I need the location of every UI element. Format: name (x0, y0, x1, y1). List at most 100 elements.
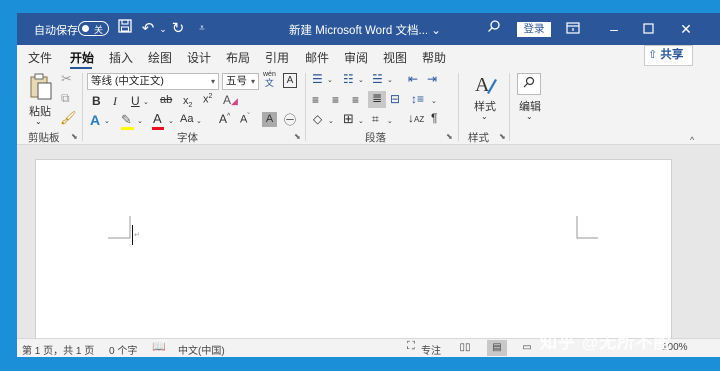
tab-view[interactable]: 视图 (383, 49, 407, 66)
sort-icon[interactable]: ↓AZ (408, 111, 424, 125)
increase-indent-icon[interactable]: ⇥ (427, 72, 437, 86)
word-count[interactable]: 0 个字 (109, 342, 137, 357)
superscript-icon[interactable]: x2 (203, 93, 212, 106)
paste-icon[interactable] (28, 73, 54, 104)
phonetic-guide-icon[interactable]: wén 文 (263, 71, 276, 89)
align-right-icon[interactable]: ≡ (352, 93, 359, 107)
find-icon[interactable] (517, 73, 541, 95)
tab-file[interactable]: 文件 (28, 49, 52, 66)
strikethrough-icon[interactable]: ab (160, 94, 172, 106)
search-icon[interactable] (485, 19, 503, 39)
redo-icon[interactable]: ↻ (169, 19, 187, 39)
subscript-icon[interactable]: x2 (183, 95, 192, 109)
page-count[interactable]: 第 1 页，共 1 页 (22, 342, 94, 357)
chinese-layout-dropdown-icon[interactable]: ⌄ (387, 117, 393, 125)
paragraph-launcher-icon[interactable]: ⬊ (446, 132, 453, 141)
multilevel-list-icon[interactable]: ☱ (372, 72, 383, 86)
ribbon-display-icon[interactable] (563, 19, 583, 39)
ribbon-tabs: 文件 开始 插入 绘图 设计 布局 引用 邮件 审阅 视图 帮助 ⇧ 共享 (17, 45, 720, 71)
bold-icon[interactable]: B (92, 94, 101, 108)
styles-launcher-icon[interactable]: ⬊ (499, 132, 506, 141)
bullets-dropdown-icon[interactable]: ⌄ (327, 76, 333, 84)
borders-icon[interactable]: ⊞ (343, 111, 354, 127)
font-name-select[interactable]: 等线 (中文正文) ▾ (87, 73, 219, 90)
align-center-icon[interactable]: ≡ (332, 93, 339, 107)
grow-font-icon[interactable]: A^ (219, 112, 230, 126)
font-launcher-icon[interactable]: ⬊ (294, 132, 301, 141)
clipboard-group-label: 剪贴板 (28, 132, 60, 144)
document-page[interactable]: ↵ (35, 159, 672, 349)
language-indicator[interactable]: 中文(中国) (178, 342, 225, 357)
enclose-characters-icon[interactable]: ㊀ (284, 111, 296, 128)
tab-help[interactable]: 帮助 (422, 49, 446, 66)
shading-dropdown-icon[interactable]: ⌄ (328, 117, 334, 125)
line-spacing-dropdown-icon[interactable]: ⌄ (431, 97, 437, 105)
save-icon[interactable] (116, 19, 134, 39)
minimize-icon[interactable]: – (604, 19, 624, 39)
shading-icon[interactable]: ◇ (313, 112, 322, 126)
text-effects-dropdown-icon[interactable]: ⌄ (104, 117, 110, 125)
show-marks-icon[interactable]: ¶ (431, 111, 437, 125)
paste-dropdown-icon[interactable]: ⌄ (35, 117, 42, 126)
editing-dropdown-icon[interactable]: ⌄ (526, 112, 533, 121)
word-window: 自动保存 关 ↶ ⌄ ↻ ⩡ 新建 Microsoft Word 文档... ⌄… (17, 13, 720, 357)
tab-layout[interactable]: 布局 (226, 49, 250, 66)
tab-design[interactable]: 设计 (187, 49, 211, 66)
tab-references[interactable]: 引用 (265, 49, 289, 66)
italic-icon[interactable]: I (113, 94, 117, 109)
copy-icon[interactable]: ⧉ (61, 91, 70, 106)
title-bar: 自动保存 关 ↶ ⌄ ↻ ⩡ 新建 Microsoft Word 文档... ⌄… (17, 13, 720, 45)
styles-icon[interactable]: A (473, 73, 499, 100)
phonetic-guide-pinyin: wén (263, 71, 276, 78)
proofing-icon[interactable]: 📖 (152, 340, 166, 353)
font-color-dropdown-icon[interactable]: ⌄ (168, 117, 174, 125)
align-left-icon[interactable]: ≡ (312, 93, 319, 107)
shrink-font-icon[interactable]: Aˇ (240, 113, 250, 126)
change-case-icon[interactable]: Aa (180, 113, 193, 125)
tab-review[interactable]: 审阅 (344, 49, 368, 66)
tab-mailings[interactable]: 邮件 (305, 49, 329, 66)
read-mode-icon[interactable]: ▯▯ (455, 340, 475, 356)
document-title[interactable]: 新建 Microsoft Word 文档... ⌄ (289, 22, 441, 38)
font-color-icon[interactable]: A (153, 111, 162, 126)
underline-icon[interactable]: U (131, 94, 140, 108)
tab-home[interactable]: 开始 (70, 49, 94, 66)
tab-insert[interactable]: 插入 (109, 49, 133, 66)
customize-icon[interactable]: ⩡ (193, 19, 211, 39)
bullets-icon[interactable]: ☰ (312, 72, 323, 86)
text-effects-icon[interactable]: A (90, 112, 100, 128)
justify-icon[interactable]: ≣ (368, 91, 386, 108)
margin-corner-top-right (576, 216, 598, 239)
share-button[interactable]: ⇧ 共享 (644, 45, 693, 66)
numbering-icon[interactable]: ☷ (343, 72, 354, 86)
format-painter-icon[interactable]: 🖌 (60, 110, 77, 126)
clipboard-launcher-icon[interactable]: ⬊ (71, 132, 78, 141)
multilevel-dropdown-icon[interactable]: ⌄ (387, 76, 393, 84)
collapse-ribbon-icon[interactable]: ^ (690, 135, 694, 145)
styles-dropdown-icon[interactable]: ⌄ (481, 112, 488, 121)
login-button[interactable]: 登录 (517, 22, 551, 37)
underline-dropdown-icon[interactable]: ⌄ (143, 98, 149, 106)
focus-icon[interactable]: ⛶ (407, 340, 415, 353)
cut-icon[interactable]: ✂ (61, 71, 72, 87)
line-spacing-icon[interactable]: ↕≡ (411, 92, 424, 106)
change-case-dropdown-icon[interactable]: ⌄ (196, 117, 202, 125)
character-shading-icon[interactable]: A (262, 112, 277, 127)
tab-draw[interactable]: 绘图 (148, 49, 172, 66)
close-icon[interactable]: ✕ (676, 19, 696, 39)
focus-label[interactable]: 专注 (421, 342, 441, 357)
font-size-select[interactable]: 五号 ▾ (222, 73, 259, 90)
highlight-icon[interactable]: ✎ (121, 112, 132, 128)
maximize-icon[interactable] (638, 19, 658, 39)
decrease-indent-icon[interactable]: ⇤ (408, 72, 418, 86)
print-layout-icon[interactable]: ▤ (487, 340, 507, 356)
web-layout-icon[interactable]: ▭ (517, 340, 537, 356)
autosave-toggle[interactable]: 关 (78, 21, 109, 36)
chinese-layout-icon[interactable]: ⌗ (372, 112, 379, 127)
highlight-dropdown-icon[interactable]: ⌄ (137, 117, 143, 125)
clear-formatting-icon[interactable]: A◢ (223, 93, 238, 107)
distributed-icon[interactable]: ⊟ (390, 92, 400, 106)
numbering-dropdown-icon[interactable]: ⌄ (358, 76, 364, 84)
character-border-icon[interactable]: A (283, 73, 297, 88)
borders-dropdown-icon[interactable]: ⌄ (358, 117, 364, 125)
